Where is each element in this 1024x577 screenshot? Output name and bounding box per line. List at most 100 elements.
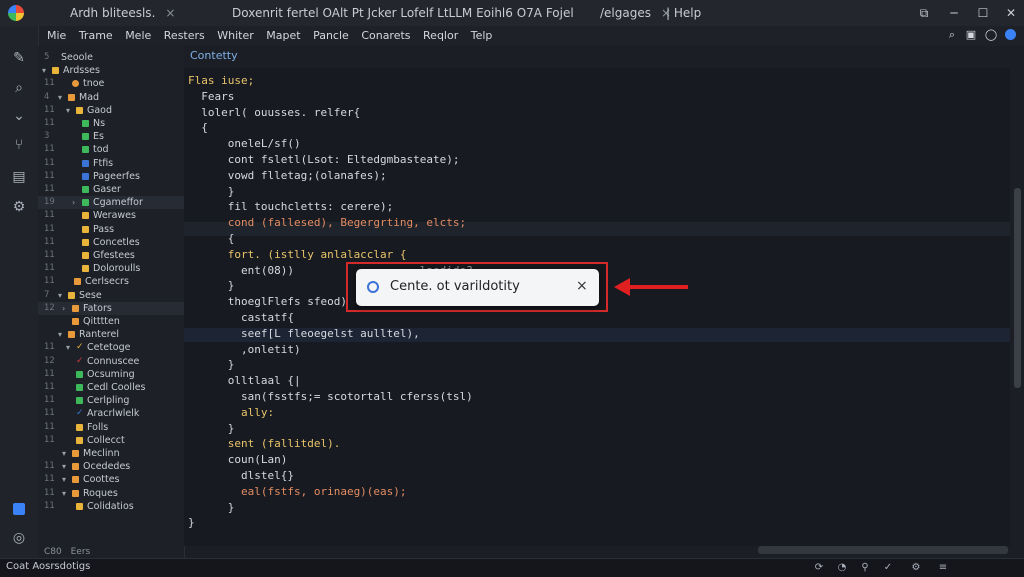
tree-item[interactable]: 11 Ocsuming <box>38 368 184 381</box>
search-icon[interactable]: ⌕ <box>9 78 29 98</box>
tree-item[interactable]: 11 Doloroulls <box>38 262 184 275</box>
tree-item[interactable]: 11 Concetles <box>38 236 184 249</box>
tree-item[interactable]: 12 ✓ Connuscee <box>38 355 184 368</box>
chevron-down-icon[interactable]: ▾ <box>62 473 66 486</box>
tree-item-label: Es <box>93 131 104 143</box>
tree-item-label: Pass <box>93 223 115 235</box>
code-line: Fears <box>188 89 235 103</box>
check-icon[interactable]: ✓ <box>881 561 895 575</box>
tree-item[interactable]: ▾ Ardsses <box>38 64 184 77</box>
tree-item[interactable]: 11 Ns <box>38 117 184 130</box>
chevron-down-icon[interactable]: ▾ <box>58 328 62 341</box>
menu-item[interactable]: Trame <box>79 26 113 46</box>
tree-item[interactable]: 12 › Fators <box>38 301 184 315</box>
pen-icon[interactable]: ✎ <box>9 48 29 68</box>
maximize-button[interactable]: ☐ <box>972 3 994 23</box>
tree-item[interactable]: ▾ Ranterel <box>38 328 184 341</box>
tree-item[interactable]: 11 ▾ ✓ Cetetoge <box>38 341 184 354</box>
tree-item[interactable]: 11 Werawes <box>38 209 184 222</box>
tree-item[interactable]: 11 ▾ Roques <box>38 487 184 500</box>
scrollbar-thumb[interactable] <box>1014 188 1021 388</box>
chevron-down-icon[interactable]: ▾ <box>66 104 70 117</box>
title-tab-2[interactable]: Doxenrit fertel OAlt Pt Jcker Lofelf LtL… <box>232 0 574 26</box>
chevron-down-icon[interactable]: ▾ <box>58 91 62 104</box>
chevron-down-icon[interactable]: ⌄ <box>9 106 29 126</box>
tree-item-label: Cerlpling <box>87 395 130 407</box>
git-icon[interactable]: ⑂ <box>9 135 29 155</box>
tree-item[interactable]: 11 Cerlpling <box>38 394 184 407</box>
notification-popup[interactable]: Cente. ot varildotity × <box>356 269 599 306</box>
tree-item[interactable]: 11 tod <box>38 143 184 156</box>
search-icon[interactable]: ⌕ <box>945 28 959 42</box>
menu-icon[interactable]: ≡ <box>936 561 950 575</box>
tree-item[interactable]: 11 Gfestees <box>38 249 184 262</box>
tree-item[interactable]: 3 Es <box>38 130 184 143</box>
close-window-button[interactable]: ✕ <box>1000 3 1022 23</box>
tree-item[interactable]: 11 Collecct <box>38 434 184 447</box>
menu-item[interactable]: Mele <box>125 26 151 46</box>
tree-item[interactable]: 11 tnoe <box>38 77 184 90</box>
tree-item-label: Ranterel <box>79 329 119 341</box>
settings-icon[interactable]: ◎ <box>9 528 29 548</box>
chevron-down-icon[interactable]: ▾ <box>62 447 66 460</box>
line-number: 11 <box>44 342 55 353</box>
menu-item[interactable]: Conarets <box>361 26 410 46</box>
tree-item[interactable]: 19 › Cgameffor <box>38 196 184 210</box>
sync-icon[interactable]: ⟳ <box>812 561 826 575</box>
tree-item[interactable]: Qitttten <box>38 315 184 328</box>
tree-item[interactable]: 11 Gaser <box>38 183 184 196</box>
close-icon[interactable]: × <box>576 278 588 294</box>
tree-item[interactable]: 11 ▾ Gaod <box>38 104 184 117</box>
chevron-down-icon[interactable]: ▾ <box>62 460 66 473</box>
tree-item[interactable]: 11 Cedl Coolles <box>38 381 184 394</box>
chevron-down-icon[interactable]: › <box>62 302 65 315</box>
title-tab-1[interactable]: Ardh bliteesls. × <box>70 0 175 26</box>
menu-item[interactable]: Mie <box>47 26 66 46</box>
tab-label: Ardh bliteesls. <box>70 6 156 20</box>
help-menu[interactable]: | Help <box>666 0 701 26</box>
editor-tab[interactable]: Contetty <box>190 49 238 62</box>
menu-item[interactable]: Mapet <box>266 26 300 46</box>
menu-item[interactable]: Telp <box>471 26 493 46</box>
tree-item[interactable]: 11 Pass <box>38 223 184 236</box>
person-icon[interactable]: ⚲ <box>858 561 872 575</box>
tree-item[interactable]: 11 Ftfis <box>38 157 184 170</box>
bookmark-icon[interactable]: ▣ <box>964 28 978 42</box>
tree-item[interactable]: ▾ Meclinn <box>38 447 184 460</box>
chevron-down-icon[interactable]: ▾ <box>66 341 70 354</box>
tree-item-label: Concetles <box>93 236 140 248</box>
chevron-down-icon[interactable]: ▾ <box>58 289 62 302</box>
title-tab-3[interactable]: /elgages × <box>600 0 671 26</box>
horizontal-scrollbar[interactable] <box>758 546 1008 554</box>
book-icon[interactable]: ▤ <box>9 167 29 187</box>
folder-icon <box>72 450 79 457</box>
tree-item[interactable]: 4 ▾ Mad <box>38 91 184 104</box>
blue-circle-icon[interactable] <box>1003 28 1017 42</box>
chevron-down-icon[interactable]: ▾ <box>62 487 66 500</box>
bell-icon[interactable]: ◔ <box>835 561 849 575</box>
account-icon[interactable]: ◯ <box>984 28 998 42</box>
minimize-button[interactable]: ─ <box>943 3 965 23</box>
tree-item[interactable]: 7 ▾ Sese <box>38 289 184 302</box>
code-line: vowd flletag;(olanafes); <box>188 168 387 182</box>
file-icon <box>82 186 89 193</box>
tree-item[interactable]: 11 ✓ Aracrlwlelk <box>38 407 184 420</box>
close-icon[interactable]: × <box>165 6 175 20</box>
debug-icon[interactable]: ⚙ <box>9 197 29 217</box>
chevron-down-icon[interactable]: › <box>72 196 75 209</box>
tree-item[interactable]: 11 Cerlsecrs <box>38 275 184 288</box>
tree-item[interactable]: 5 Seoole <box>38 51 184 64</box>
tree-item[interactable]: 11 Pageerfes <box>38 170 184 183</box>
chevron-down-icon[interactable]: ▾ <box>42 64 46 77</box>
menu-item[interactable]: Resters <box>164 26 205 46</box>
menu-item[interactable]: Whiter <box>217 26 254 46</box>
extensions-icon[interactable] <box>9 499 29 519</box>
tree-item[interactable]: 11 ▾ Ocededes <box>38 460 184 473</box>
tree-item[interactable]: 11 ▾ Coottes <box>38 473 184 486</box>
menu-item[interactable]: Pancle <box>313 26 349 46</box>
gear-icon[interactable]: ⚙ <box>909 561 923 575</box>
restore-layout-icon[interactable]: ⧉ <box>913 3 935 23</box>
menu-item[interactable]: Reqlor <box>423 26 458 46</box>
tree-item[interactable]: 11 Colidatios <box>38 500 184 513</box>
tree-item[interactable]: 11 Folls <box>38 421 184 434</box>
